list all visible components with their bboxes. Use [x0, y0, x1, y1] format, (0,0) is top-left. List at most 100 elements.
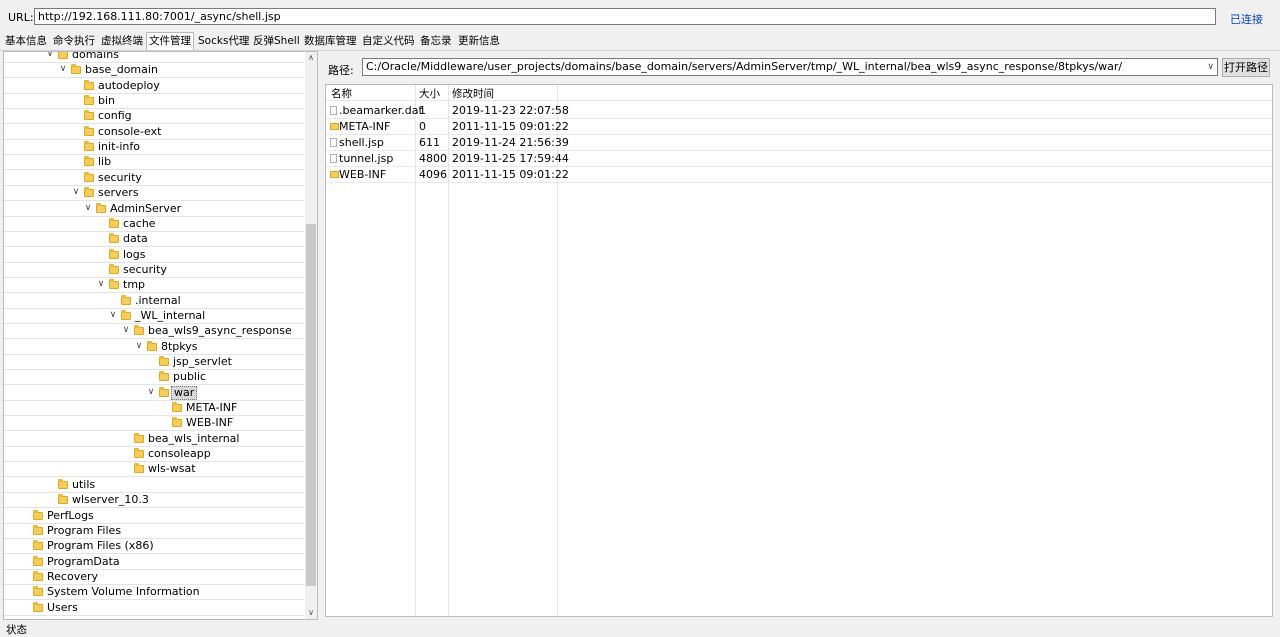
tree-item[interactable]: ∨ war [4, 386, 304, 401]
tree-item[interactable]: ∨ tmp [4, 278, 304, 293]
tree-item[interactable]: wlserver_10.3 [4, 493, 304, 508]
file-modified: 2019-11-23 22:07:58 [452, 104, 569, 117]
chevron-down-icon[interactable]: ∨ [45, 52, 55, 59]
tree-item-label: PerfLogs [47, 509, 94, 522]
tab-7[interactable]: 数据库管理 [302, 33, 359, 49]
tree-item-label: lib [98, 155, 112, 168]
file-row[interactable]: .beamarker.dat 1 2019-11-23 22:07:58 [326, 103, 1272, 119]
tree-item-label: console-ext [98, 125, 162, 138]
tree-item[interactable]: jsp_servlet [4, 355, 304, 370]
chevron-down-icon[interactable]: ∨ [71, 187, 81, 197]
tree-item[interactable]: PerfLogs [4, 509, 304, 524]
chevron-down-icon[interactable]: ∨ [83, 203, 93, 213]
tree-item[interactable]: logs [4, 248, 304, 263]
tree-item[interactable]: ∨ _WL_internal [4, 309, 304, 324]
tree-item[interactable]: bin [4, 94, 304, 109]
chevron-down-icon[interactable]: ∨ [96, 279, 106, 289]
tree-item-label: System Volume Information [47, 585, 200, 598]
chevron-down-icon[interactable]: ∨ [58, 64, 68, 74]
path-combobox[interactable]: C:/Oracle/Middleware/user_projects/domai… [362, 58, 1218, 76]
tree-item[interactable]: WEB-INF [4, 416, 304, 431]
tree-item[interactable]: data [4, 232, 304, 247]
tree-item[interactable]: Program Files [4, 524, 304, 539]
column-header-modified[interactable]: 修改时间 [452, 88, 494, 101]
tree-item[interactable]: bea_wls_internal [4, 432, 304, 447]
tab-5[interactable]: Socks代理 [196, 33, 251, 49]
tree-item-label: AdminServer [110, 202, 182, 215]
folder-icon [84, 95, 94, 105]
tree-item[interactable]: Recovery [4, 570, 304, 585]
file-name: tunnel.jsp [339, 152, 394, 165]
directory-tree[interactable]: ∨ domains ∨ base_domain autodeploy bin config c… [3, 51, 318, 620]
chevron-down-icon[interactable]: ∨ [108, 310, 118, 320]
folder-icon [33, 602, 43, 612]
status-bar: 状态 [0, 620, 1280, 636]
folder-icon [159, 387, 169, 397]
open-path-button[interactable]: 打开路径 [1222, 58, 1270, 77]
file-row[interactable]: tunnel.jsp 4800 2019-11-25 17:59:44 [326, 151, 1272, 167]
chevron-down-icon[interactable]: ∨ [134, 341, 144, 351]
file-name: META-INF [339, 120, 391, 133]
scroll-down-icon[interactable]: ∨ [305, 607, 317, 619]
tree-item[interactable]: ∨ AdminServer [4, 202, 304, 217]
tab-10[interactable]: 更新信息 [456, 33, 502, 49]
tree-item[interactable]: ProgramData [4, 555, 304, 570]
tree-item[interactable]: System Volume Information [4, 585, 304, 600]
tree-item[interactable]: META-INF [4, 401, 304, 416]
tab-1[interactable]: 基本信息 [3, 33, 49, 49]
tab-2[interactable]: 命令执行 [51, 33, 97, 49]
file-modified: 2019-11-25 17:59:44 [452, 152, 569, 165]
tree-item[interactable]: public [4, 370, 304, 385]
folder-icon [84, 126, 94, 136]
column-header-size[interactable]: 大小 [419, 88, 440, 101]
url-bar: URL: http://192.168.111.80:7001/_async/s… [0, 0, 1280, 34]
chevron-down-icon[interactable]: ∨ [146, 387, 156, 397]
tree-item[interactable]: .internal [4, 294, 304, 309]
file-name: .beamarker.dat [339, 104, 423, 117]
column-header-name[interactable]: 名称 [331, 88, 352, 101]
tab-8[interactable]: 自定义代码 [360, 33, 417, 49]
tree-item[interactable]: consoleapp [4, 447, 304, 462]
tree-item[interactable]: ∨ 8tpkys [4, 340, 304, 355]
file-list[interactable]: 名称 大小 修改时间 .beamarker.dat 1 2019-11-23 22:… [325, 84, 1273, 617]
tree-item[interactable]: Users [4, 601, 304, 616]
scroll-up-icon[interactable]: ∧ [305, 52, 317, 64]
tab-4[interactable]: 文件管理 [146, 32, 194, 50]
tab-6[interactable]: 反弹Shell [251, 33, 302, 49]
tab-9[interactable]: 备忘录 [418, 33, 454, 49]
tree-item[interactable]: Program Files (x86) [4, 539, 304, 554]
tree-item[interactable]: init-info [4, 140, 304, 155]
folder-icon [109, 264, 119, 274]
tree-item[interactable]: wls-wsat [4, 462, 304, 477]
tree-item[interactable]: ∨ base_domain [4, 63, 304, 78]
tree-item-label: Recovery [47, 570, 99, 583]
tree-item[interactable]: security [4, 263, 304, 278]
tree-item[interactable]: config [4, 109, 304, 124]
tree-item[interactable]: ∨ domains [4, 52, 304, 63]
file-name: WEB-INF [339, 168, 387, 181]
tree-item-label: config [98, 109, 132, 122]
tree-item[interactable]: lib [4, 155, 304, 170]
tree-item-label: data [123, 232, 148, 245]
tree-item[interactable]: security [4, 171, 304, 186]
file-modified: 2011-11-15 09:01:22 [452, 168, 569, 181]
chevron-down-icon[interactable]: ∨ [1207, 60, 1214, 74]
tree-scrollbar[interactable]: ∧ ∨ [305, 52, 317, 619]
file-row[interactable]: shell.jsp 611 2019-11-24 21:56:39 [326, 135, 1272, 151]
tree-item-label: servers [98, 186, 139, 199]
file-size: 1 [419, 104, 426, 117]
tree-item[interactable]: ∨ bea_wls9_async_response [4, 324, 304, 339]
tree-item[interactable]: autodeploy [4, 79, 304, 94]
tree-item[interactable]: console-ext [4, 125, 304, 140]
tree-item[interactable]: utils [4, 478, 304, 493]
scrollbar-thumb[interactable] [306, 224, 316, 586]
folder-icon [134, 433, 144, 443]
folder-icon [84, 172, 94, 182]
tree-item[interactable]: ∨ servers [4, 186, 304, 201]
chevron-down-icon[interactable]: ∨ [121, 325, 131, 335]
tree-item[interactable]: cache [4, 217, 304, 232]
file-row[interactable]: META-INF 0 2011-11-15 09:01:22 [326, 119, 1272, 135]
url-input[interactable]: http://192.168.111.80:7001/_async/shell.… [34, 8, 1216, 25]
file-row[interactable]: WEB-INF 4096 2011-11-15 09:01:22 [326, 167, 1272, 183]
tab-3[interactable]: 虚拟终端 [99, 33, 145, 49]
